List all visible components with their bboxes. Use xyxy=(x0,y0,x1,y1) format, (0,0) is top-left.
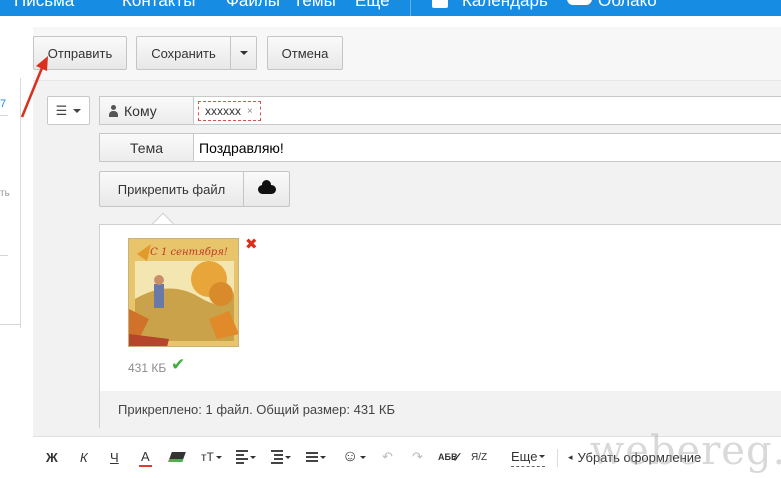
chevron-down-icon xyxy=(250,455,256,459)
highlight-button[interactable] xyxy=(168,447,186,467)
emoji-icon: ☺ xyxy=(342,448,359,465)
align-button[interactable] xyxy=(236,447,256,467)
cloud-icon xyxy=(567,0,592,5)
to-field-button[interactable]: Кому xyxy=(99,96,194,125)
chevron-down-icon xyxy=(73,108,82,113)
check-icon: ✔ xyxy=(171,355,186,374)
sidebar-fragment: ть xyxy=(0,188,10,199)
nav-themes[interactable]: Темы xyxy=(293,0,336,11)
cloud-icon xyxy=(257,179,276,194)
attach-from-cloud-button[interactable] xyxy=(243,171,290,207)
nav-files[interactable]: Файлы xyxy=(226,0,280,11)
chevron-down-icon xyxy=(320,455,326,459)
attach-file-button[interactable]: Прикрепить файл xyxy=(99,171,243,207)
recipient-chip[interactable]: xxxxxx × xyxy=(198,101,261,121)
underline-button[interactable]: Ч xyxy=(110,447,119,467)
postcard-caption: С 1 сентября! xyxy=(150,247,228,258)
chevron-left-icon: ◂ xyxy=(568,451,573,462)
more-format-button[interactable]: Еще xyxy=(511,447,546,467)
sidebar-divider xyxy=(0,115,8,116)
remove-attachment-icon[interactable]: ✖ xyxy=(245,237,258,252)
subject-label: Тема xyxy=(130,139,163,156)
attachment-size: 431 КБ xyxy=(128,361,167,375)
nav-divider xyxy=(410,0,411,16)
redo-icon[interactable]: ↷ xyxy=(412,447,423,467)
person-icon xyxy=(108,104,119,117)
indent-icon xyxy=(271,450,283,464)
nav-cloud[interactable]: Облако xyxy=(598,0,657,11)
attachment-summary: Прикреплено: 1 файл. Общий размер: 431 К… xyxy=(99,391,781,428)
italic-button[interactable]: К xyxy=(80,447,88,467)
align-icon xyxy=(236,450,248,464)
postcard-image: С 1 сентября! xyxy=(129,239,238,346)
nav-more[interactable]: Еще xyxy=(355,0,390,11)
chevron-down-icon xyxy=(360,455,367,459)
bold-button[interactable]: Ж xyxy=(46,447,58,467)
fields-menu-button[interactable]: ☰ xyxy=(47,96,90,125)
remove-recipient-icon[interactable]: × xyxy=(247,106,253,117)
font-size-label: тТ xyxy=(201,450,214,464)
to-field[interactable]: xxxxxx × xyxy=(194,96,781,125)
watermark: webereg.ru xyxy=(590,428,781,474)
translit-button[interactable]: Я/Z xyxy=(471,447,487,467)
subject-label-box: Тема xyxy=(99,133,194,162)
top-navigation: Письма Контакты Файлы Темы Еще Календарь… xyxy=(0,0,781,16)
list-button[interactable] xyxy=(306,447,326,467)
attach-group: Прикрепить файл xyxy=(99,171,290,207)
list-icon xyxy=(306,452,318,462)
more-format-label: Еще xyxy=(511,449,538,464)
recipient-address: xxxxxx xyxy=(205,104,241,118)
calendar-icon xyxy=(432,0,448,8)
spellcheck-icon: ✓ xyxy=(451,448,464,465)
undo-icon[interactable]: ↶ xyxy=(382,447,393,467)
chevron-down-icon xyxy=(539,455,546,458)
attachment-thumbnail[interactable]: С 1 сентября! xyxy=(128,238,239,347)
attachment-summary-text: Прикреплено: 1 файл. Общий размер: 431 К… xyxy=(118,402,395,417)
mail-compose-screen: Письма Контакты Файлы Темы Еще Календарь… xyxy=(0,0,781,478)
chevron-down-icon xyxy=(215,455,222,459)
subject-value: Поздравляю! xyxy=(199,139,284,156)
compose-body: ☰ Кому xxxxxx × Тема Поздравляю! Прикреп… xyxy=(33,27,781,478)
subject-field[interactable]: Поздравляю! xyxy=(194,133,781,162)
nav-letters[interactable]: Письма xyxy=(14,0,74,11)
font-size-button[interactable]: тТ xyxy=(201,447,222,467)
highlighter-icon xyxy=(168,452,186,462)
menu-icon: ☰ xyxy=(55,102,68,118)
sidebar-fragment: 7 xyxy=(0,98,7,110)
toolbar-divider xyxy=(557,449,558,467)
nav-calendar[interactable]: Календарь xyxy=(462,0,548,11)
to-label: Кому xyxy=(124,102,157,119)
sidebar-divider xyxy=(0,255,8,256)
emoji-button[interactable]: ☺ xyxy=(342,447,367,467)
nav-contacts[interactable]: Контакты xyxy=(122,0,195,11)
chevron-down-icon xyxy=(285,455,291,459)
indent-button[interactable] xyxy=(271,447,291,467)
text-color-button[interactable]: А xyxy=(139,447,152,467)
left-sidebar: 7 ть xyxy=(0,78,21,328)
sidebar-divider xyxy=(0,324,21,325)
spellcheck-button[interactable]: АБВ ✓ xyxy=(438,447,463,467)
